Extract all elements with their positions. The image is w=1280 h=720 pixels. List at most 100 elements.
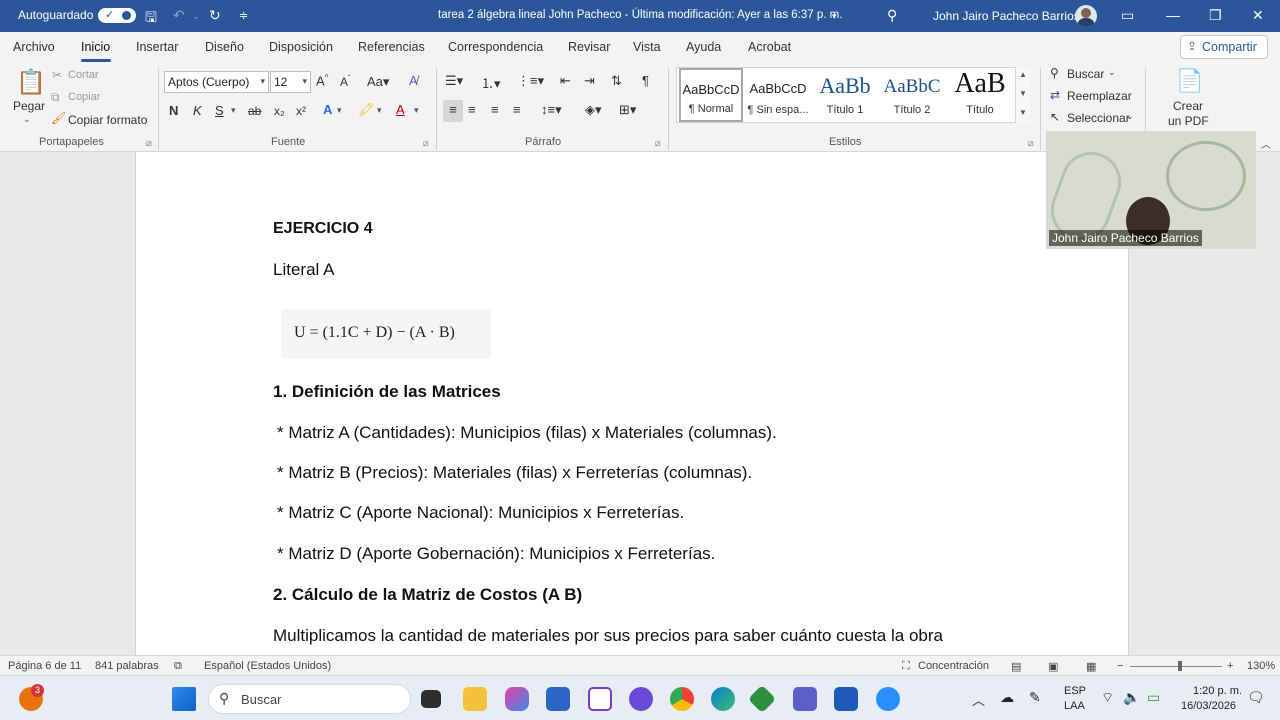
select-dropdown-icon[interactable]: ⌄	[1126, 111, 1134, 122]
tab-insertar[interactable]: Insertar	[136, 40, 178, 54]
edge-icon[interactable]	[711, 687, 735, 711]
more-styles-icon[interactable]: ▼	[1019, 108, 1027, 117]
proofing-icon[interactable]: ⧉	[174, 660, 182, 673]
superscript-button[interactable]: x²	[296, 104, 306, 118]
print-layout-icon[interactable]: ▣	[1048, 660, 1058, 673]
bold-button[interactable]: N	[169, 103, 178, 118]
notifications-icon[interactable]: 🗨	[1247, 689, 1265, 706]
tab-correspondencia[interactable]: Correspondencia	[448, 40, 543, 54]
user-name[interactable]: John Jairo Pacheco Barrios	[933, 9, 1080, 23]
underline-dropdown-icon[interactable]: ▾	[231, 105, 236, 116]
cloud-icon[interactable]: ☁	[1000, 689, 1014, 706]
multilevel-list-icon[interactable]: ⋮≡▾	[517, 73, 544, 89]
highlight-icon[interactable]: 🖍	[358, 102, 375, 118]
clipboard-launcher-icon[interactable]: ⧄	[146, 138, 152, 149]
paste-button[interactable]: Pegar	[13, 99, 45, 113]
grow-font-icon[interactable]: A^	[316, 73, 328, 88]
italic-button[interactable]: K	[193, 103, 202, 118]
format-painter-button[interactable]: Copiar formato	[68, 113, 147, 127]
undo-dropdown-icon[interactable]: ⌄	[192, 11, 200, 22]
equation-object[interactable]: U = (1.1C + D) − (A · B)	[281, 309, 491, 359]
store-icon[interactable]	[546, 687, 570, 711]
chevron-up-icon[interactable]: ▲	[1019, 70, 1027, 79]
subscript-button[interactable]: x₂	[274, 104, 285, 118]
text-effects-icon[interactable]: A	[323, 102, 332, 117]
styles-scrollbar[interactable]: ▲ ▼ ▼	[1015, 67, 1030, 123]
paste-dropdown-icon[interactable]: ⌄	[23, 114, 31, 125]
read-mode-icon[interactable]: ▤	[1011, 660, 1021, 673]
autosave-toggle[interactable]: ✓	[98, 8, 136, 23]
video-call-overlay[interactable]: John Jairo Pacheco Barrios	[1046, 131, 1256, 249]
share-button[interactable]: ⇪ Compartir	[1180, 35, 1268, 59]
tab-revisar[interactable]: Revisar	[568, 40, 610, 54]
start-menu-icon[interactable]	[172, 687, 196, 711]
font-color-dropdown-icon[interactable]: ▾	[414, 105, 419, 116]
align-right-icon[interactable]: ≡	[491, 102, 499, 117]
strikethrough-button[interactable]: ab	[248, 104, 261, 118]
style-normal[interactable]: AaBbCcD ¶ Normal	[679, 68, 743, 122]
file-explorer-icon[interactable]	[463, 687, 487, 711]
clock-time[interactable]: 1:20 p. m.	[1193, 685, 1242, 697]
chevron-down-icon[interactable]: ▼	[1019, 89, 1027, 98]
bullets-icon[interactable]: ☰▾	[445, 73, 463, 89]
justify-icon[interactable]: ≡	[513, 102, 521, 117]
paste-icon[interactable]: 📋	[16, 68, 46, 97]
shading-icon[interactable]: ◈▾	[585, 102, 602, 118]
snipping-tool-icon[interactable]	[588, 687, 612, 711]
tab-acrobat[interactable]: Acrobat	[748, 40, 791, 54]
increase-indent-icon[interactable]: ⇥	[584, 73, 595, 89]
find-button[interactable]: Buscar	[1067, 67, 1104, 81]
font-launcher-icon[interactable]: ⧄	[423, 138, 429, 149]
minimize-icon[interactable]: —	[1166, 7, 1180, 23]
zoom-in-icon[interactable]: +	[1227, 660, 1233, 672]
cut-button[interactable]: Cortar	[68, 69, 99, 81]
show-marks-icon[interactable]: ¶	[642, 73, 649, 88]
pen-icon[interactable]: ✎	[1029, 689, 1041, 706]
document-title[interactable]: tarea 2 álgebra lineal John Pacheco - Úl…	[438, 9, 842, 21]
text-effects-dropdown-icon[interactable]: ▾	[337, 105, 342, 116]
decrease-indent-icon[interactable]: ⇤	[560, 73, 571, 89]
chevron-up-icon[interactable]: ︿	[972, 690, 985, 709]
align-center-icon[interactable]: ≡	[468, 102, 476, 117]
paragraph-launcher-icon[interactable]: ⧄	[655, 138, 661, 149]
highlight-dropdown-icon[interactable]: ▾	[377, 105, 382, 116]
tab-ayuda[interactable]: Ayuda	[686, 40, 721, 54]
style-title[interactable]: AaB Título	[947, 68, 1013, 122]
create-pdf-line1[interactable]: Crear	[1173, 99, 1203, 113]
styles-launcher-icon[interactable]: ⧄	[1028, 138, 1034, 149]
ribbon-display-icon[interactable]: ▭	[1121, 7, 1134, 24]
chrome-icon[interactable]	[670, 687, 694, 711]
focus-mode-button[interactable]: Concentración	[918, 660, 989, 672]
font-name-combo[interactable]: Aptos (Cuerpo) ▾	[164, 71, 269, 93]
save-icon[interactable]: 🖫	[145, 7, 157, 31]
teams-icon[interactable]	[793, 687, 817, 711]
clear-format-icon[interactable]: A̸	[409, 73, 418, 88]
tab-inicio[interactable]: Inicio	[81, 40, 110, 54]
pdf-icon[interactable]: 📄	[1176, 68, 1203, 94]
close-icon[interactable]: ✕	[1252, 7, 1264, 24]
tab-vista[interactable]: Vista	[633, 40, 661, 54]
customize-toolbar-icon[interactable]: ≑	[239, 9, 248, 22]
volume-icon[interactable]: 🔈	[1123, 689, 1140, 706]
create-pdf-line2[interactable]: un PDF	[1168, 114, 1209, 128]
zoom-slider-thumb[interactable]	[1178, 661, 1182, 671]
line-spacing-icon[interactable]: ↕≡▾	[541, 102, 562, 118]
tab-referencias[interactable]: Referencias	[358, 40, 425, 54]
zoom-level[interactable]: 130%	[1247, 660, 1275, 672]
change-case-icon[interactable]: Aa▾	[367, 74, 389, 90]
find-dropdown-icon[interactable]: ⌄	[1108, 67, 1116, 78]
copilot-icon[interactable]	[505, 687, 529, 711]
numbering-icon[interactable]: ⒈▾	[481, 73, 501, 92]
align-left-icon[interactable]: ≡	[443, 100, 463, 122]
select-button[interactable]: Seleccionar	[1067, 111, 1130, 125]
search-icon[interactable]: ⚲	[887, 7, 897, 24]
font-color-icon[interactable]: A	[396, 102, 405, 117]
borders-icon[interactable]: ⊞▾	[619, 102, 636, 118]
app-icon[interactable]	[629, 687, 653, 711]
input-language-2[interactable]: LAA	[1064, 700, 1085, 712]
tab-archivo[interactable]: Archivo	[13, 40, 55, 54]
font-size-combo[interactable]: 12 ▾	[270, 71, 311, 93]
avatar[interactable]	[1075, 5, 1097, 27]
redo-icon[interactable]: ↻	[209, 7, 221, 24]
document-page[interactable]: EJERCICIO 4 Literal A U = (1.1C + D) − (…	[135, 152, 1129, 655]
